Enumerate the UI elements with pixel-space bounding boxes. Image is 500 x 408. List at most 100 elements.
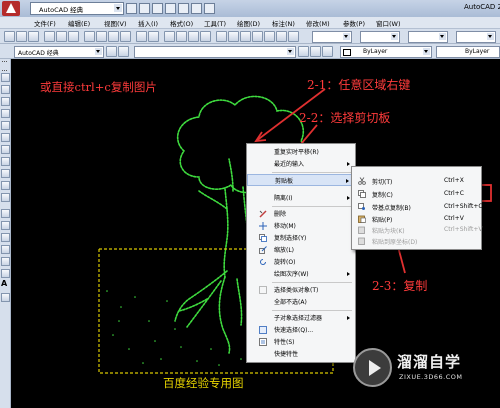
menu-draw[interactable]: 绘图(D) [237, 18, 260, 28]
menu-edit[interactable]: 编辑(E) [68, 18, 90, 28]
workspace-selector[interactable]: AutoCAD 经典 [30, 2, 124, 15]
polygon-icon[interactable] [1, 109, 10, 118]
color-combo[interactable]: ByLayer [340, 46, 432, 58]
point-icon[interactable] [1, 233, 10, 242]
menu-modify[interactable]: 修改(M) [306, 18, 330, 28]
quickcalc-icon[interactable] [276, 31, 287, 42]
ellipse-arc-icon[interactable] [1, 193, 10, 202]
save-icon[interactable] [152, 3, 163, 14]
layer-combo[interactable] [134, 46, 296, 58]
menu-scale[interactable]: 缩放(L) [247, 244, 355, 256]
menu-insert[interactable]: 插入(I) [138, 18, 158, 28]
arc-icon[interactable] [1, 133, 10, 142]
line-icon[interactable] [1, 73, 10, 82]
multiline-text-icon[interactable]: A [1, 279, 7, 288]
menu-parametric[interactable]: 参数(P) [343, 18, 365, 28]
menu-clipboard[interactable]: 剪贴板 [247, 174, 355, 186]
submenu-paste-orig-coords[interactable]: 粘贴到原坐标(D) [352, 235, 481, 247]
menu-quick-select[interactable]: 快速选择(Q)... [247, 324, 355, 336]
menu-repeat-realtime-pan[interactable]: 重复实时平移(R) [247, 146, 355, 158]
rectangle-icon[interactable] [1, 121, 10, 130]
new-file-icon[interactable] [126, 3, 137, 14]
watermark-text: 溜溜自学 [397, 353, 462, 371]
menu-dimension[interactable]: 标注(N) [272, 18, 295, 28]
menu-window[interactable]: 窗口(W) [376, 18, 401, 28]
undo-icon[interactable] [191, 3, 202, 14]
undo-icon[interactable] [136, 31, 147, 42]
region-icon[interactable] [1, 269, 10, 278]
help-icon[interactable] [288, 31, 299, 42]
markup-icon[interactable] [264, 31, 275, 42]
ellipse-icon[interactable] [1, 181, 10, 190]
publish-icon[interactable] [68, 31, 79, 42]
menu-draw-order[interactable]: 绘图次序(W) [247, 268, 355, 280]
submenu-copy[interactable]: 复制(C) Ctrl+C [352, 188, 481, 200]
construction-line-icon[interactable] [1, 85, 10, 94]
menu-move[interactable]: 移动(M) [247, 220, 355, 232]
menu-recent-input[interactable]: 最近的输入 [247, 158, 355, 170]
layer-previous-icon[interactable] [310, 46, 321, 57]
copy-icon[interactable] [96, 31, 107, 42]
chevron-down-icon [487, 33, 494, 40]
redo-icon[interactable] [204, 3, 215, 14]
dim-style-combo[interactable] [360, 31, 400, 43]
submenu-cut[interactable]: 剪切(T) Ctrl+X [352, 175, 481, 187]
submenu-item-label: 粘贴(P) [372, 217, 393, 224]
cut-icon[interactable] [84, 31, 95, 42]
plot-icon[interactable] [44, 31, 55, 42]
save-icon[interactable] [28, 31, 39, 42]
pan-icon[interactable] [164, 31, 175, 42]
menu-tools[interactable]: 工具(T) [204, 18, 226, 28]
hatch-icon[interactable] [1, 245, 10, 254]
zoom-window-icon[interactable] [188, 31, 199, 42]
save-as-icon[interactable] [165, 3, 176, 14]
menu-format[interactable]: 格式(O) [170, 18, 193, 28]
menu-erase[interactable]: 删除 [247, 208, 355, 220]
menu-view[interactable]: 视图(V) [104, 18, 127, 28]
match-properties-icon[interactable] [120, 31, 131, 42]
insert-block-icon[interactable] [1, 209, 10, 218]
workspace-combo[interactable]: AutoCAD 经典 [14, 46, 104, 58]
plot-preview-icon[interactable] [56, 31, 67, 42]
multileader-style-combo[interactable] [456, 31, 496, 43]
layer-states-icon[interactable] [322, 46, 333, 57]
redo-icon[interactable] [148, 31, 159, 42]
table-style-combo[interactable] [408, 31, 448, 43]
open-file-icon[interactable] [139, 3, 150, 14]
autocad-logo-icon[interactable] [2, 1, 20, 16]
circle-icon[interactable] [1, 145, 10, 154]
workspace-settings-icon[interactable] [106, 46, 117, 57]
menu-subobject-filter[interactable]: 子对象选择过滤器 [247, 312, 355, 324]
sheet-set-icon[interactable] [252, 31, 263, 42]
design-center-icon[interactable] [228, 31, 239, 42]
polyline-icon[interactable] [1, 97, 10, 106]
zoom-realtime-icon[interactable] [176, 31, 187, 42]
make-block-icon[interactable] [1, 221, 10, 230]
menu-select-similar[interactable]: 选择类似对象(T) [247, 284, 355, 296]
toolbar-grip[interactable] [2, 61, 7, 71]
menu-isolate[interactable]: 隔离(I) [247, 192, 355, 204]
text-style-combo[interactable] [312, 31, 352, 43]
submenu-copy-with-basepoint[interactable]: 带基点复制(B) Ctrl+Shift+C [352, 201, 483, 213]
menu-quick-properties[interactable]: 快捷特性 [247, 348, 355, 360]
make-current-layer-icon[interactable] [298, 46, 309, 57]
zoom-previous-icon[interactable] [200, 31, 211, 42]
gradient-icon[interactable] [1, 257, 10, 266]
tool-palettes-icon[interactable] [240, 31, 251, 42]
paste-icon[interactable] [108, 31, 119, 42]
linetype-combo[interactable]: ByLayer [436, 46, 500, 58]
layer-manager-icon[interactable] [118, 46, 129, 57]
menu-rotate[interactable]: 旋转(O) [247, 256, 355, 268]
spline-icon[interactable] [1, 169, 10, 178]
menu-properties[interactable]: 特性(S) [247, 336, 355, 348]
properties-icon[interactable] [216, 31, 227, 42]
menu-file[interactable]: 文件(F) [34, 18, 56, 28]
menu-deselect-all[interactable]: 全部不选(A) [247, 296, 355, 308]
new-icon[interactable] [4, 31, 15, 42]
plot-icon[interactable] [178, 3, 189, 14]
revision-cloud-icon[interactable] [1, 157, 10, 166]
open-icon[interactable] [16, 31, 27, 42]
table-icon[interactable] [1, 293, 10, 302]
submenu-arrow-icon [347, 272, 350, 276]
menu-copy-selection[interactable]: 复制选择(Y) [247, 232, 355, 244]
